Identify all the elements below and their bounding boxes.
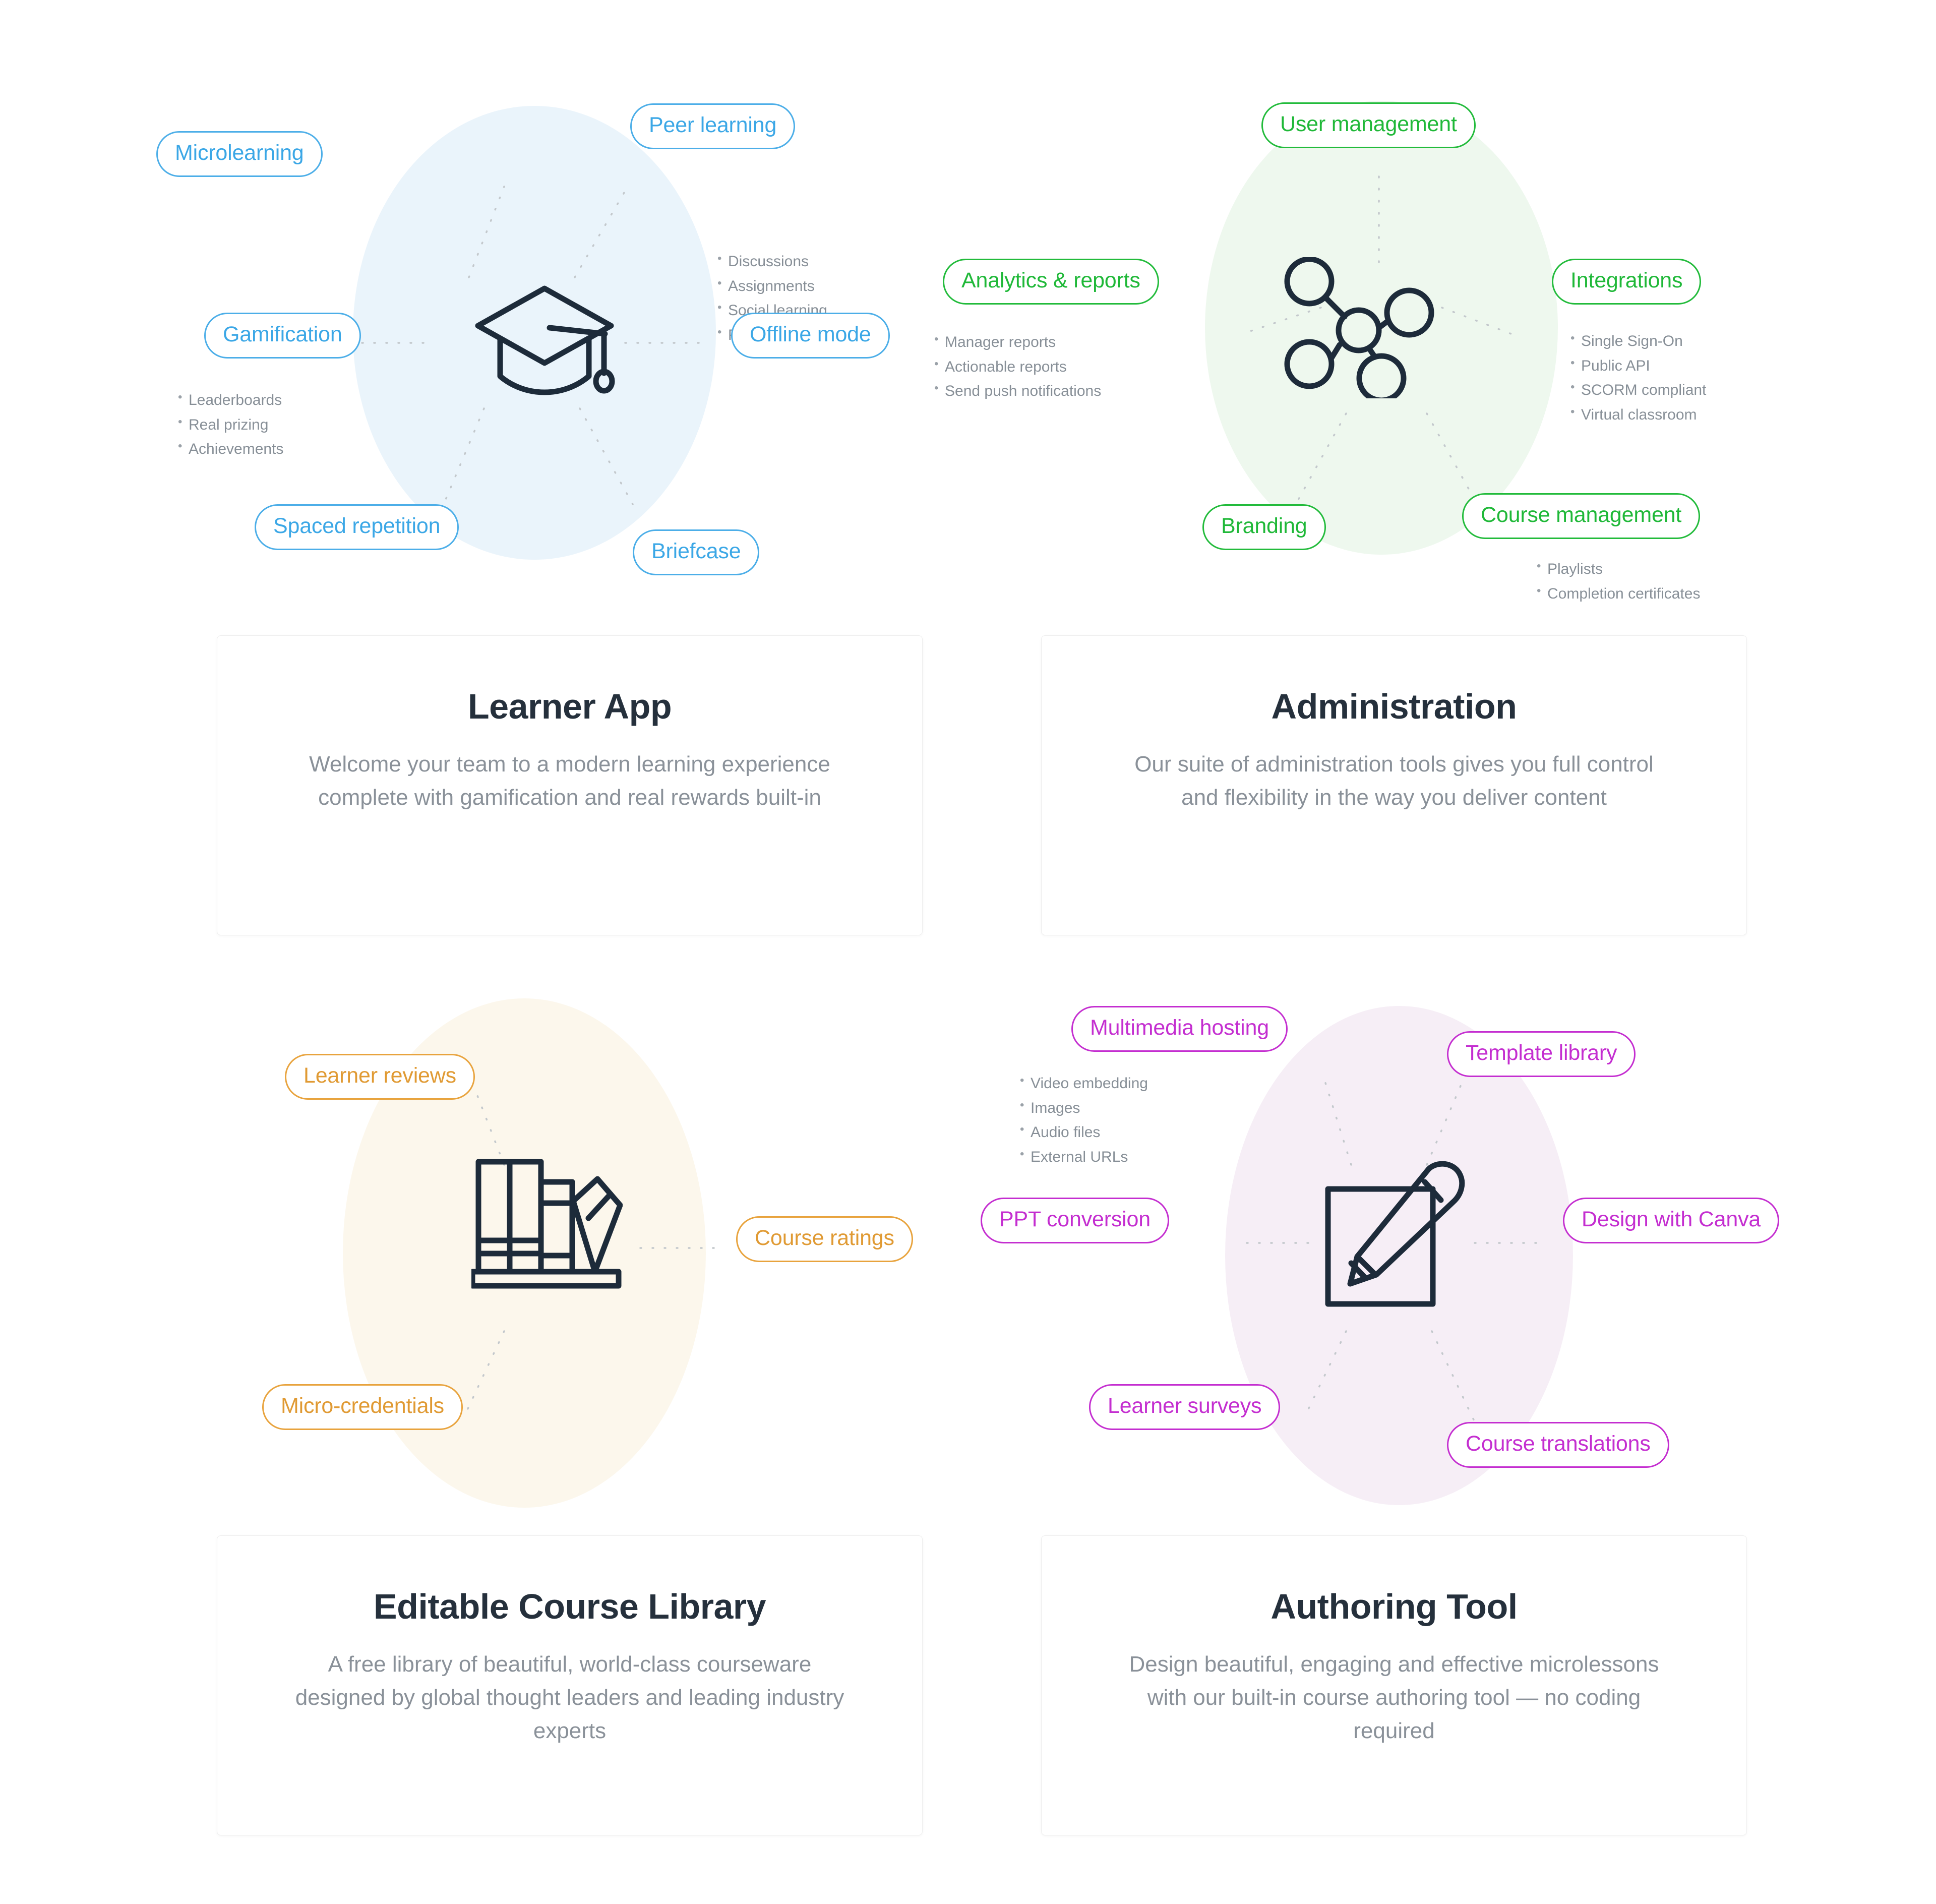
- bullet-item: Assignments: [716, 274, 827, 299]
- bullet-item: Actionable reports: [933, 354, 1101, 380]
- bullet-item: Audio files: [1018, 1120, 1148, 1145]
- bullet-item: External URLs: [1018, 1145, 1148, 1170]
- bullets-gamification: Leaderboards Real prizing Achievements: [176, 388, 283, 462]
- pill-briefcase[interactable]: Briefcase: [633, 529, 760, 575]
- course-library-diagram: Learner reviews Course ratings Micro-cre…: [0, 958, 968, 1518]
- pill-multimedia-hosting[interactable]: Multimedia hosting: [1071, 1006, 1288, 1052]
- card-editable-course-library: Editable Course Library A free library o…: [217, 1535, 923, 1835]
- pill-course-ratings[interactable]: Course ratings: [736, 1216, 913, 1262]
- bullet-item: Real prizing: [176, 412, 283, 438]
- pill-gamification[interactable]: Gamification: [204, 313, 361, 359]
- pill-user-management[interactable]: User management: [1261, 102, 1476, 148]
- card-description: Design beautiful, engaging and effective…: [1129, 1652, 1659, 1743]
- pill-spaced-repetition[interactable]: Spaced repetition: [255, 504, 459, 550]
- bullets-integrations: Single Sign-On Public API SCORM complian…: [1569, 329, 1706, 427]
- pill-offline-mode[interactable]: Offline mode: [731, 313, 890, 359]
- bullet-item: Leaderboards: [176, 388, 283, 413]
- card-description: Welcome your team to a modern learning e…: [309, 752, 830, 810]
- graduation-cap-icon: [469, 277, 620, 403]
- bullet-item: Discussions: [716, 249, 827, 274]
- books-shelf-icon: [471, 1155, 623, 1291]
- bullet-item: Public API: [1569, 353, 1706, 379]
- pill-learner-reviews[interactable]: Learner reviews: [285, 1054, 475, 1100]
- bullet-item: Playlists: [1535, 557, 1700, 582]
- pill-microlearning[interactable]: Microlearning: [156, 131, 323, 177]
- card-description: Our suite of administration tools gives …: [1134, 752, 1654, 810]
- pill-analytics-reports[interactable]: Analytics & reports: [943, 259, 1159, 305]
- bullets-analytics-reports: Manager reports Actionable reports Send …: [933, 330, 1101, 404]
- bullet-item: Single Sign-On: [1569, 329, 1706, 354]
- pill-learner-surveys[interactable]: Learner surveys: [1089, 1384, 1281, 1430]
- authoring-tool-diagram: Multimedia hosting Video embedding Image…: [943, 958, 1936, 1518]
- pill-peer-learning[interactable]: Peer learning: [630, 103, 796, 149]
- molecule-network-icon: [1283, 257, 1434, 398]
- pill-template-library[interactable]: Template library: [1447, 1031, 1636, 1077]
- card-learner-app: Learner App Welcome your team to a moder…: [217, 635, 923, 935]
- bullet-item: Manager reports: [933, 330, 1101, 355]
- pill-design-with-canva[interactable]: Design with Canva: [1563, 1198, 1780, 1243]
- card-title: Administration: [1271, 687, 1517, 726]
- bullet-item: Send push notifications: [933, 379, 1101, 404]
- bullets-course-management: Playlists Completion certificates: [1535, 557, 1700, 606]
- bullet-item: Video embedding: [1018, 1071, 1148, 1096]
- bullets-multimedia-hosting: Video embedding Images Audio files Exter…: [1018, 1071, 1148, 1170]
- card-title: Authoring Tool: [1270, 1587, 1518, 1626]
- card-administration: Administration Our suite of administrati…: [1041, 635, 1747, 935]
- bullet-item: SCORM compliant: [1569, 378, 1706, 403]
- card-title: Editable Course Library: [373, 1587, 766, 1626]
- bullet-item: Virtual classroom: [1569, 402, 1706, 428]
- bullet-item: Achievements: [176, 437, 283, 462]
- bullet-item: Completion certificates: [1535, 581, 1700, 607]
- feature-overview-page: Microlearning Peer learning Discussions …: [0, 0, 1936, 1904]
- pill-branding[interactable]: Branding: [1202, 504, 1326, 550]
- card-title: Learner App: [467, 687, 672, 726]
- pill-ppt-conversion[interactable]: PPT conversion: [981, 1198, 1169, 1243]
- pencil-document-icon: [1321, 1160, 1467, 1311]
- bullet-item: Images: [1018, 1096, 1148, 1121]
- pill-integrations[interactable]: Integrations: [1552, 259, 1702, 305]
- learner-app-diagram: Microlearning Peer learning Discussions …: [0, 61, 968, 620]
- pill-course-management[interactable]: Course management: [1462, 493, 1701, 539]
- card-authoring-tool: Authoring Tool Design beautiful, engagin…: [1041, 1535, 1747, 1835]
- pill-course-translations[interactable]: Course translations: [1447, 1422, 1669, 1468]
- administration-diagram: User management Analytics & reports Mana…: [923, 61, 1936, 620]
- card-description: A free library of beautiful, world-class…: [295, 1652, 844, 1743]
- pill-micro-credentials[interactable]: Micro-credentials: [262, 1384, 463, 1430]
